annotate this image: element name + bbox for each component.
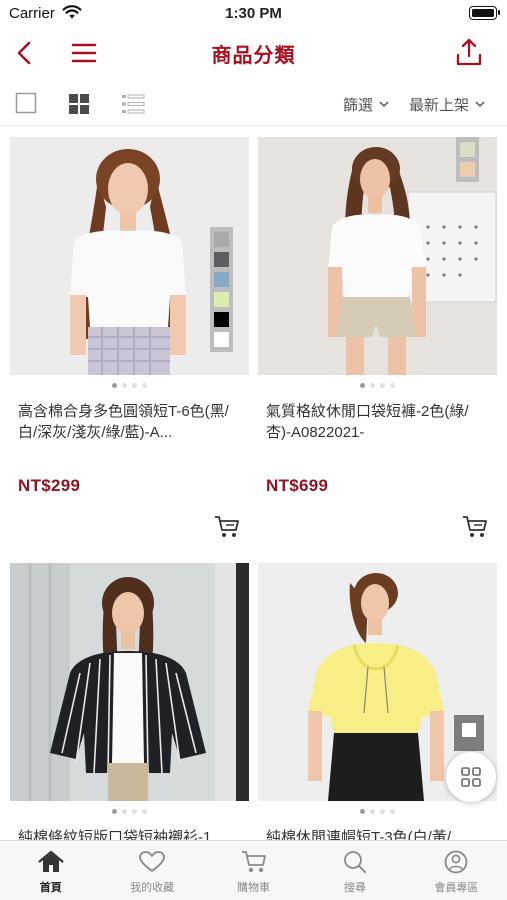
product-price: NT$699: [266, 476, 329, 495]
product-grid: 高含棉合身多色圓領短T-6色(黑/白/深灰/淺灰/綠/藍)-A... NT$29…: [0, 127, 507, 840]
grid-view-button[interactable]: [66, 91, 92, 117]
tab-label: 我的收藏: [130, 882, 175, 894]
product-price: NT$299: [18, 476, 81, 495]
image-pager-dots: [10, 809, 249, 815]
product-name[interactable]: 純棉休閒連帽短T-3色(白/黃/: [266, 827, 489, 840]
home-icon: [37, 850, 64, 872]
sort-dropdown[interactable]: 最新上架: [409, 94, 485, 115]
tab-search[interactable]: 搜尋: [304, 841, 405, 900]
tab-label: 會員專區: [434, 882, 479, 894]
image-pager-dots: [258, 809, 497, 815]
tab-cart[interactable]: 購物車: [203, 841, 304, 900]
status-time: 1:30 PM: [225, 5, 282, 22]
color-swatch[interactable]: [214, 312, 229, 327]
product-image[interactable]: [10, 563, 249, 801]
color-swatch[interactable]: [460, 142, 475, 157]
bottom-tab-bar: 首頁 我的收藏 購物車 搜尋 會員專區: [0, 840, 507, 900]
share-icon: [456, 38, 482, 66]
add-to-cart-button[interactable]: [213, 514, 241, 540]
cart-icon: [463, 516, 487, 537]
tab-favorites[interactable]: 我的收藏: [101, 841, 202, 900]
color-swatch[interactable]: [460, 162, 475, 177]
sort-label: 最新上架: [409, 97, 470, 114]
nav-bar: 商品分類: [0, 28, 507, 78]
color-swatches: [210, 227, 233, 352]
color-swatch[interactable]: [214, 272, 229, 287]
chevron-down-icon: [379, 101, 389, 108]
square-icon: [15, 92, 37, 114]
product-card[interactable]: 氣質格紋休閒口袋短褲-2色(綠/杏)-A0822021- NT$699: [258, 137, 497, 537]
floating-menu-button[interactable]: [446, 752, 496, 802]
grid-icon: [461, 767, 481, 787]
color-swatch[interactable]: [214, 332, 229, 347]
grid-icon: [69, 94, 89, 114]
tab-label: 購物車: [237, 882, 271, 894]
image-pager-dots: [258, 383, 497, 389]
search-icon: [344, 851, 366, 873]
color-swatch[interactable]: [214, 232, 229, 247]
heart-icon: [139, 851, 166, 872]
list-view-button[interactable]: [120, 91, 146, 117]
product-image[interactable]: [258, 137, 497, 375]
user-icon: [444, 850, 468, 874]
filter-dropdown[interactable]: 篩選: [343, 94, 389, 115]
single-view-button[interactable]: [14, 91, 38, 115]
cart-icon: [241, 851, 266, 872]
tab-home[interactable]: 首頁: [0, 841, 101, 900]
product-card[interactable]: 純棉條紋短版口袋短袖襯衫-1: [10, 563, 249, 840]
product-name[interactable]: 純棉條紋短版口袋短袖襯衫-1: [18, 827, 241, 840]
status-bar: Carrier 1:30 PM: [0, 0, 507, 28]
view-toolbar: 篩選 最新上架: [0, 82, 507, 126]
filter-label: 篩選: [343, 97, 374, 114]
battery-icon: [469, 6, 500, 20]
color-swatch[interactable]: [214, 252, 229, 267]
tab-label: 搜尋: [343, 882, 366, 894]
product-card[interactable]: 高含棉合身多色圓領短T-6色(黑/白/深灰/淺灰/綠/藍)-A... NT$29…: [10, 137, 249, 537]
cart-icon: [215, 516, 239, 537]
page-title: 商品分類: [211, 45, 296, 67]
color-swatches: [456, 137, 479, 182]
chevron-down-icon: [475, 101, 485, 108]
list-icon: [122, 94, 145, 114]
color-swatch[interactable]: [214, 292, 229, 307]
product-name[interactable]: 氣質格紋休閒口袋短褲-2色(綠/杏)-A0822021-: [266, 401, 489, 445]
add-to-cart-button[interactable]: [461, 514, 489, 540]
product-image[interactable]: [10, 137, 249, 375]
share-button[interactable]: [452, 34, 486, 70]
tab-member[interactable]: 會員專區: [406, 841, 507, 900]
image-pager-dots: [10, 383, 249, 389]
product-name[interactable]: 高含棉合身多色圓領短T-6色(黑/白/深灰/淺灰/綠/藍)-A...: [18, 401, 241, 445]
tab-label: 首頁: [39, 882, 62, 894]
